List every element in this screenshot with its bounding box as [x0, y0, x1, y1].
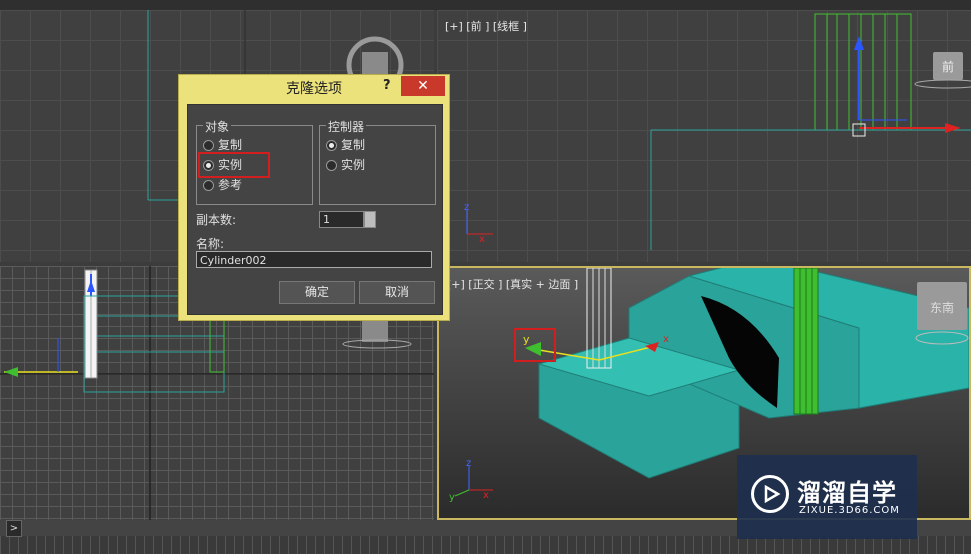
copies-label: 副本数: [196, 213, 237, 227]
svg-text:z: z [464, 202, 469, 213]
ok-button[interactable]: 确定 [279, 281, 355, 304]
timeline-arrow-button[interactable]: > [6, 520, 22, 537]
radio-reference[interactable]: 参考 [202, 177, 242, 193]
viewport-label[interactable]: [+] [正交 ] [真实 + 边面 ] [447, 276, 578, 292]
copies-spinner[interactable] [364, 211, 376, 228]
name-input[interactable]: Cylinder002 [196, 251, 432, 268]
watermark-url: ZIXUE.3D66.COM [799, 505, 900, 516]
name-label: 名称: [196, 237, 225, 251]
radio-dot-selected[interactable] [326, 140, 337, 151]
svg-text:y: y [449, 492, 455, 503]
radio-label: 复制 [218, 138, 243, 152]
cancel-button[interactable]: 取消 [359, 281, 435, 304]
help-button[interactable]: ? [383, 78, 391, 93]
front-view-drawing: z x 前 [464, 13, 971, 250]
viewcube-label: 前 [942, 59, 954, 74]
controller-group-title: 控制器 [326, 118, 367, 135]
radio-label: 复制 [341, 138, 366, 152]
viewport-label[interactable]: [+] [前 ] [线框 ] [445, 18, 527, 34]
copies-input[interactable]: 1 [319, 211, 364, 228]
watermark: 溜溜自学 ZIXUE.3D66.COM [737, 455, 917, 539]
svg-text:z: z [466, 458, 471, 469]
radio-dot[interactable] [326, 160, 337, 171]
viewcube-label: 东南 [930, 300, 954, 315]
close-button[interactable]: ✕ [401, 76, 445, 96]
radio-dot[interactable] [203, 180, 214, 191]
watermark-name: 溜溜自学 [797, 479, 897, 507]
radio-copy[interactable]: 复制 [202, 137, 242, 153]
radio-label: 参考 [218, 178, 243, 192]
dialog-body: 对象 复制 实例 参考 控制器 复制 实例 副本数: 1 名称: Cylinde… [187, 104, 443, 315]
instance-highlight [198, 152, 270, 178]
viewport-front[interactable]: z x 前 [+] [前 ] [线框 ] [437, 10, 971, 262]
svg-text:x: x [483, 490, 489, 501]
controller-radio-copy[interactable]: 复制 [325, 137, 365, 153]
radio-dot[interactable] [203, 140, 214, 151]
svg-text:x: x [479, 234, 485, 245]
gizmo-y-highlight: y [514, 328, 556, 362]
viewport-top-bar [0, 0, 971, 10]
gizmo-x-label: x [663, 334, 669, 345]
object-group-title: 对象 [203, 118, 232, 135]
controller-radio-instance[interactable]: 实例 [325, 157, 365, 173]
play-logo-icon [751, 475, 789, 513]
gizmo-y-label: y [523, 333, 530, 346]
radio-label: 实例 [341, 158, 366, 172]
clone-options-dialog[interactable]: 克隆选项 ? ✕ 对象 复制 实例 参考 控制器 复制 实例 副本数: 1 名称… [178, 74, 450, 321]
